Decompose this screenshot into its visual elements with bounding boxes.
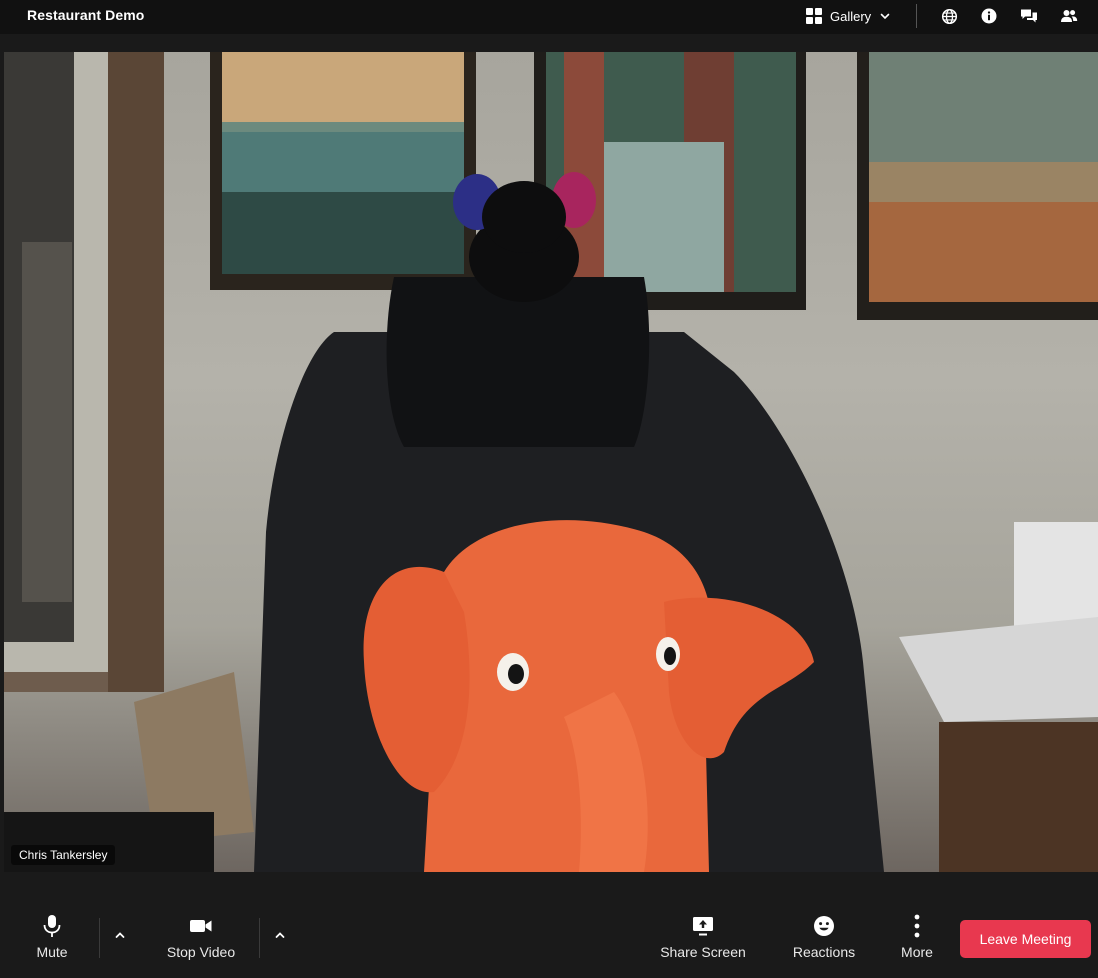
share-screen-icon	[693, 917, 713, 936]
more-label: More	[901, 944, 933, 960]
meeting-toolbar: Mute Stop Video Share Screen Reactions M…	[0, 897, 1098, 978]
top-bar: Restaurant Demo Gallery	[0, 0, 1098, 34]
header-divider	[916, 4, 917, 28]
mute-button[interactable]: Mute	[28, 914, 76, 964]
gallery-grid-icon	[806, 8, 822, 24]
participants-button[interactable]	[1058, 5, 1080, 27]
stop-video-label: Stop Video	[166, 944, 236, 960]
participants-icon	[1061, 10, 1078, 22]
meeting-title: Restaurant Demo	[27, 7, 145, 23]
microphone-icon	[43, 915, 61, 937]
language-button[interactable]	[938, 5, 960, 27]
smiley-icon	[814, 916, 834, 936]
video-stage: Chris Tankersley	[0, 34, 1098, 897]
leave-meeting-button[interactable]: Leave Meeting	[960, 920, 1091, 958]
chevron-up-icon	[275, 932, 285, 938]
more-vertical-icon	[914, 914, 920, 938]
video-options-button[interactable]	[272, 927, 288, 943]
chat-icon	[1021, 9, 1037, 22]
toolbar-divider	[99, 918, 100, 958]
audio-options-button[interactable]	[112, 927, 128, 943]
toolbar-divider	[259, 918, 260, 958]
webcam-scene	[4, 52, 1098, 872]
reactions-button[interactable]: Reactions	[786, 914, 862, 964]
chat-button[interactable]	[1018, 5, 1040, 27]
participant-name-tag: Chris Tankersley	[11, 845, 116, 865]
info-icon	[981, 8, 997, 24]
share-screen-button[interactable]: Share Screen	[654, 914, 752, 964]
view-mode-button[interactable]: Gallery	[806, 5, 891, 27]
more-button[interactable]: More	[896, 914, 938, 964]
chevron-down-icon	[880, 13, 890, 20]
mute-label: Mute	[36, 944, 68, 960]
chevron-up-icon	[115, 932, 125, 938]
info-button[interactable]	[978, 5, 1000, 27]
stop-video-button[interactable]: Stop Video	[160, 914, 242, 964]
video-camera-icon	[190, 920, 212, 932]
reactions-label: Reactions	[792, 944, 856, 960]
globe-icon	[941, 8, 957, 24]
view-mode-label: Gallery	[830, 8, 872, 24]
participant-video: Chris Tankersley	[4, 52, 1098, 872]
share-screen-label: Share Screen	[660, 944, 746, 960]
